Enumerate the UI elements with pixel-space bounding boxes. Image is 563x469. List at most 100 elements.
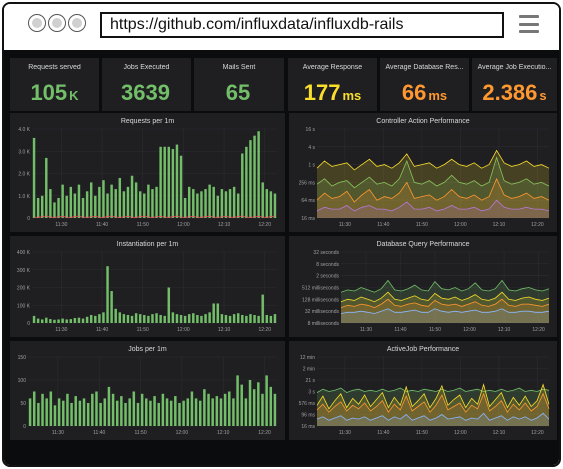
database-chart: 8 milliseconds 32 milliseconds 128 millise…: [302, 250, 550, 333]
y-tick-label: 3.0 K: [18, 149, 30, 155]
stat-average-job-execution[interactable]: Average Job Executio... 2.386 s: [472, 58, 557, 111]
stat-mails-sent[interactable]: Mails Sent 65: [194, 58, 284, 111]
x-tick-label: 12:20: [532, 327, 545, 333]
y-tick-label: 21 s: [306, 378, 316, 384]
stat-average-response[interactable]: Average Response 177 ms: [288, 58, 377, 111]
stat-title: Average Database Res...: [385, 64, 464, 71]
panel-requests-per-1m[interactable]: Requests per 1m 0 1.0 K 2.0 K 3.0 K 4.0 K 11:…: [10, 113, 285, 232]
bar: [78, 400, 82, 426]
bar: [157, 403, 160, 426]
bar: [163, 315, 166, 323]
stat-unit: ms: [342, 88, 362, 103]
bar: [94, 195, 97, 218]
bar: [232, 186, 236, 218]
bar: [86, 403, 90, 426]
bar: [167, 146, 171, 218]
bar: [145, 398, 148, 426]
y-tick-label: 16 ms: [301, 216, 315, 222]
bar: [196, 315, 199, 323]
bar: [155, 313, 158, 323]
bar: [114, 308, 117, 323]
y-tick-label: 64 ms: [301, 198, 315, 204]
panel-title: Database Query Performance: [376, 241, 470, 248]
bar: [82, 398, 86, 426]
bar: [245, 315, 248, 323]
bar: [81, 318, 85, 323]
panel-activejob-performance[interactable]: ActiveJob Performance 16 ms 96 ms 576 ms 3 …: [289, 341, 557, 440]
bar: [66, 393, 69, 426]
stat-average-database-response[interactable]: Average Database Res... 66 ms: [380, 58, 469, 111]
x-tick-label: 11:30: [55, 327, 67, 333]
bar: [204, 314, 207, 323]
y-tick-label: 2 min: [303, 367, 315, 373]
panel-jobs-per-1m[interactable]: Jobs per 1m 0 50 100 150 11:30 11:40 11:50 12:0…: [10, 341, 285, 440]
panel-controller-action-performance[interactable]: Controller Action Performance 16 ms 64 ms…: [289, 113, 557, 232]
controller-chart: 16 ms 64 ms 256 ms 1 s 4 s 16 s 11:30 11:40 11:5…: [299, 127, 550, 228]
bar: [114, 189, 117, 218]
bar: [122, 314, 126, 323]
activejob-chart: 16 ms 96 ms 576 ms 3 s 21 s 2 min 12 min 11:30 1…: [299, 355, 550, 436]
bar: [124, 403, 127, 426]
bar: [151, 314, 154, 323]
window-control-maximize[interactable]: [68, 14, 86, 32]
bar: [40, 195, 44, 218]
stat-title: Mails Sent: [222, 64, 256, 71]
bar: [232, 398, 235, 426]
bar: [40, 319, 44, 323]
bar: [159, 315, 162, 323]
bar: [249, 314, 252, 323]
bar: [136, 403, 140, 426]
y-tick-label: 1.0 K: [18, 194, 30, 200]
bar: [203, 389, 206, 426]
stat-jobs-executed[interactable]: Jobs Executed 3639: [102, 58, 191, 111]
x-tick-label: 11:50: [416, 222, 428, 228]
x-tick-label: 12:10: [218, 327, 231, 333]
bar: [228, 189, 232, 218]
panel-database-query-performance[interactable]: Database Query Performance 8 millisecond…: [289, 236, 557, 337]
bar: [253, 135, 256, 218]
bar: [126, 315, 130, 323]
x-tick-label: 11:50: [137, 222, 149, 228]
bar: [248, 380, 252, 426]
panel-title: Controller Action Performance: [376, 118, 470, 125]
stat-title: Average Job Executio...: [477, 64, 552, 71]
bar: [62, 400, 65, 426]
bar: [45, 317, 48, 323]
bar: [151, 189, 154, 218]
x-tick-label: 12:10: [217, 430, 230, 436]
x-tick-label: 11:40: [96, 222, 108, 228]
bar: [257, 315, 260, 323]
x-tick-label: 11:30: [360, 327, 372, 333]
panel-instantiation-per-1m[interactable]: Instantiation per 1m 0 100 K 200 K 300 K 400…: [10, 236, 285, 337]
y-tick-label: 4.0 K: [18, 127, 30, 133]
bar: [89, 315, 93, 323]
bar: [269, 191, 273, 218]
x-tick-label: 11:40: [394, 327, 406, 333]
stat-number: 2.386: [482, 80, 538, 105]
window-control-close[interactable]: [28, 14, 46, 32]
bar: [89, 182, 93, 218]
x-tick-label: 12:00: [454, 222, 467, 228]
bar: [219, 398, 223, 426]
x-tick-label: 11:50: [429, 327, 441, 333]
url-bar[interactable]: https://github.com/influxdata/influxdb-r…: [100, 12, 504, 38]
bar: [106, 266, 109, 323]
x-tick-label: 12:00: [454, 430, 467, 436]
window-control-minimize[interactable]: [48, 14, 66, 32]
bar: [45, 157, 48, 218]
bar: [128, 398, 131, 426]
bar: [182, 400, 185, 426]
stat-requests-served[interactable]: Requests served 105 K: [10, 58, 99, 111]
bar: [159, 146, 162, 218]
y-tick-label: 256 ms: [299, 180, 316, 186]
bar: [183, 315, 187, 323]
bar: [228, 391, 231, 426]
bar: [28, 398, 32, 426]
y-tick-label: 1 s: [308, 163, 315, 169]
y-tick-label: 2 seconds: [316, 274, 339, 280]
bar: [240, 384, 243, 426]
x-tick-label: 11:30: [339, 430, 351, 436]
hamburger-menu-icon[interactable]: [519, 15, 539, 33]
bar: [200, 191, 203, 218]
bar: [178, 403, 181, 426]
